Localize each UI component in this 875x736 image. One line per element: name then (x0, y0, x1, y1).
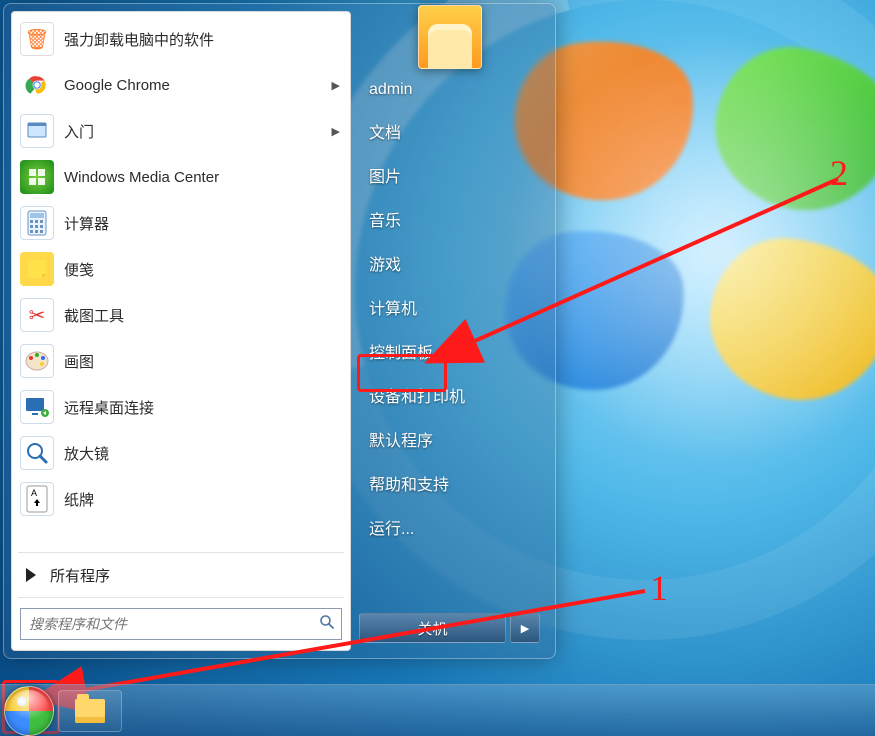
right-item-label: 帮助和支持 (369, 477, 449, 494)
right-item-label: 默认程序 (369, 433, 433, 450)
search-wrap (12, 600, 350, 650)
right-item-label: 控制面板 (369, 345, 433, 362)
right-item-label: 游戏 (369, 257, 401, 274)
submenu-arrow-icon: ▶ (332, 79, 340, 92)
program-label: 远程桌面连接 (64, 397, 154, 418)
divider (18, 552, 344, 553)
shutdown-area: 关机 ▶ (357, 609, 542, 645)
program-item-calculator[interactable]: 计算器 (14, 200, 348, 246)
program-label: 画图 (64, 351, 94, 372)
getting-started-icon (20, 114, 54, 148)
program-item-snipping-tool[interactable]: ✂ 截图工具 (14, 292, 348, 338)
program-item-uninstaller[interactable]: 🗑 强力卸载电脑中的软件 (14, 16, 348, 62)
solitaire-icon: A (20, 482, 54, 516)
folder-icon (75, 699, 105, 723)
right-item-label: 设备和打印机 (369, 389, 465, 406)
program-item-remote-desktop[interactable]: 远程桌面连接 (14, 384, 348, 430)
start-menu: 🗑 强力卸载电脑中的软件 Google Chrome ▶ 入门 ▶ (3, 3, 556, 659)
snipping-tool-icon: ✂ (20, 298, 54, 332)
start-menu-right-panel: admin 文档 图片 音乐 游戏 计算机 控制面板 设备和打印机 默认程序 帮… (351, 11, 548, 651)
desktop: 🗑 强力卸载电脑中的软件 Google Chrome ▶ 入门 ▶ (0, 0, 875, 736)
program-item-sticky-notes[interactable]: 便笺 (14, 246, 348, 292)
search-input[interactable] (21, 616, 313, 632)
start-button[interactable] (4, 686, 54, 736)
right-item-music[interactable]: 音乐 (357, 197, 542, 241)
program-label: 便笺 (64, 259, 94, 280)
right-item-control-panel[interactable]: 控制面板 (357, 329, 542, 373)
remote-desktop-icon (20, 390, 54, 424)
triangle-right-icon (26, 568, 36, 582)
right-item-documents[interactable]: 文档 (357, 109, 542, 153)
right-item-help-support[interactable]: 帮助和支持 (357, 461, 542, 505)
program-item-wmc[interactable]: Windows Media Center (14, 154, 348, 200)
uninstaller-icon: 🗑 (20, 22, 54, 56)
program-label: Google Chrome (64, 77, 170, 94)
shutdown-options-button[interactable]: ▶ (510, 613, 540, 643)
right-item-label: 音乐 (369, 213, 401, 230)
program-label: 截图工具 (64, 305, 124, 326)
program-list: 🗑 强力卸载电脑中的软件 Google Chrome ▶ 入门 ▶ (12, 12, 350, 550)
all-programs-button[interactable]: 所有程序 (12, 555, 350, 595)
program-label: 放大镜 (64, 443, 109, 464)
svg-text:A: A (31, 488, 37, 498)
user-picture-tile[interactable] (418, 5, 482, 69)
magnifier-icon (20, 436, 54, 470)
shutdown-label: 关机 (417, 618, 447, 639)
program-label: 纸牌 (64, 489, 94, 510)
right-item-label: 运行... (369, 521, 414, 538)
submenu-arrow-icon: ▶ (332, 125, 340, 138)
taskbar-item-explorer[interactable] (58, 690, 122, 732)
calculator-icon (20, 206, 54, 240)
program-label: 入门 (64, 121, 94, 142)
paint-icon (20, 344, 54, 378)
right-item-user[interactable]: admin (357, 71, 542, 109)
program-label: 强力卸载电脑中的软件 (64, 29, 214, 50)
right-item-default-programs[interactable]: 默认程序 (357, 417, 542, 461)
right-item-label: 计算机 (369, 301, 417, 318)
chrome-icon (20, 68, 54, 102)
start-menu-left-panel: 🗑 强力卸载电脑中的软件 Google Chrome ▶ 入门 ▶ (11, 11, 351, 651)
program-item-chrome[interactable]: Google Chrome ▶ (14, 62, 348, 108)
right-item-label: 文档 (369, 125, 401, 142)
search-icon (313, 614, 341, 634)
right-item-computer[interactable]: 计算机 (357, 285, 542, 329)
right-item-run[interactable]: 运行... (357, 505, 542, 549)
divider (18, 597, 344, 598)
program-item-solitaire[interactable]: A 纸牌 (14, 476, 348, 522)
program-label: 计算器 (64, 213, 109, 234)
program-item-paint[interactable]: 画图 (14, 338, 348, 384)
shutdown-button[interactable]: 关机 (359, 613, 506, 643)
sticky-notes-icon (20, 252, 54, 286)
program-item-getting-started[interactable]: 入门 ▶ (14, 108, 348, 154)
right-item-games[interactable]: 游戏 (357, 241, 542, 285)
all-programs-label: 所有程序 (50, 565, 110, 586)
right-item-label: admin (369, 81, 413, 98)
wmc-icon (20, 160, 54, 194)
right-item-label: 图片 (369, 169, 401, 186)
triangle-right-icon: ▶ (521, 622, 529, 635)
right-item-devices-printers[interactable]: 设备和打印机 (357, 373, 542, 417)
program-label: Windows Media Center (64, 169, 219, 186)
taskbar (0, 684, 875, 736)
right-item-pictures[interactable]: 图片 (357, 153, 542, 197)
program-item-magnifier[interactable]: 放大镜 (14, 430, 348, 476)
search-box[interactable] (20, 608, 342, 640)
